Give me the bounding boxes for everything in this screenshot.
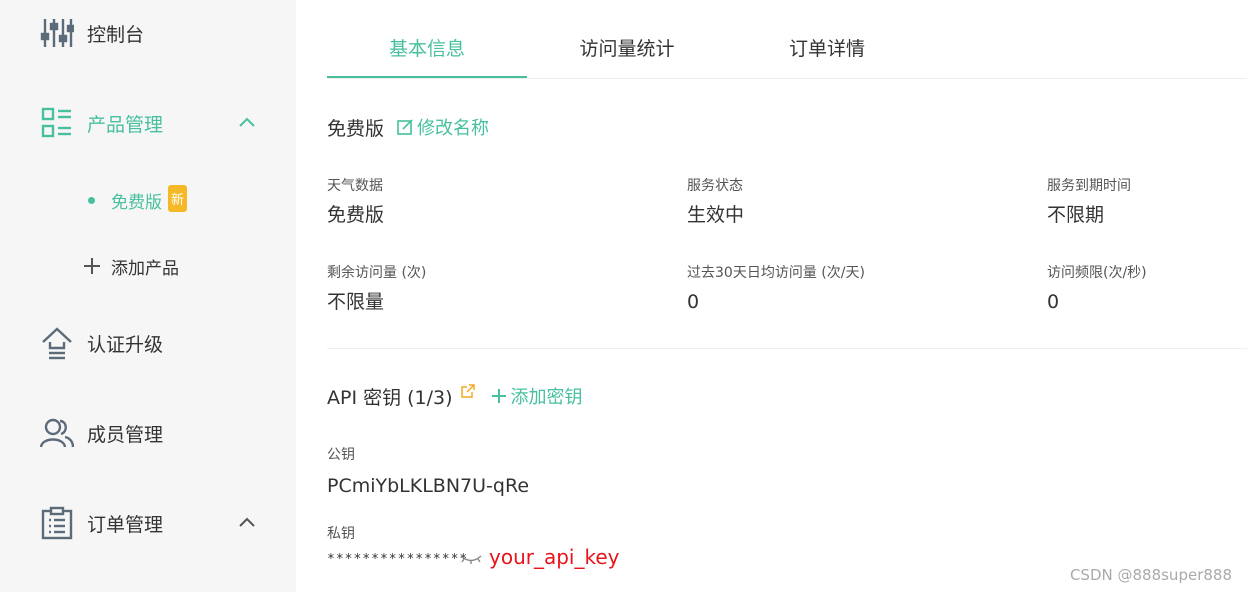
sliders-icon xyxy=(40,16,74,50)
sidebar-item-label: 产品管理 xyxy=(87,113,164,136)
sidebar: 控制台 产品管理 免费版 新 添加产品 认证升级 成员管理 订单管理 xyxy=(0,0,296,592)
sidebar-item-product-management[interactable]: 产品管理 xyxy=(0,93,296,153)
field-rate-limit: 访问频限(次/秒) 0 xyxy=(1047,264,1147,314)
chevron-up-icon[interactable] xyxy=(236,112,258,134)
plus-icon xyxy=(491,389,506,403)
watermark: CSDN @888super888 xyxy=(1069,566,1232,584)
sidebar-item-console[interactable]: 控制台 xyxy=(0,3,296,63)
private-key-masked: **************** xyxy=(327,552,469,567)
tab-bar: 基本信息 访问量统计 订单详情 xyxy=(327,18,1247,79)
field-service-expiry: 服务到期时间 不限期 xyxy=(1047,177,1131,227)
field-value: 不限量 xyxy=(327,291,385,313)
eye-closed-icon[interactable] xyxy=(459,553,483,567)
tab-visit-stats[interactable]: 访问量统计 xyxy=(527,18,727,76)
api-key-title: API 密钥 (1/3) xyxy=(327,386,453,409)
plan-header: 免费版 修改名称 xyxy=(327,113,489,141)
field-label: 剩余访问量 (次) xyxy=(327,265,427,281)
field-remaining-visits: 剩余访问量 (次) 不限量 xyxy=(327,264,426,314)
sidebar-subitem-add-product[interactable]: 添加产品 xyxy=(0,244,296,288)
clipboard-icon xyxy=(40,506,74,540)
edit-icon xyxy=(397,119,413,135)
main-content: 基本信息 访问量统计 订单详情 免费版 修改名称 天气数据 免费版 服务状态 生… xyxy=(296,0,1247,592)
tab-order-details[interactable]: 订单详情 xyxy=(727,18,927,76)
public-key-label: 公钥 xyxy=(327,447,355,463)
field-avg-daily-visits: 过去30天日均访问量 (次/天) 0 xyxy=(687,264,865,314)
private-key-label: 私钥 xyxy=(327,526,355,542)
add-key-label: 添加密钥 xyxy=(510,387,583,408)
sidebar-item-member-management[interactable]: 成员管理 xyxy=(0,403,296,463)
product-list-icon xyxy=(40,106,74,140)
public-key-value: PCmiYbLKLBN7U-qRe xyxy=(327,475,530,497)
external-link-icon[interactable] xyxy=(460,383,476,399)
sidebar-item-label: 订单管理 xyxy=(87,513,164,536)
field-weather-data: 天气数据 免费版 xyxy=(327,177,384,227)
field-label: 服务状态 xyxy=(687,178,743,194)
sidebar-subitem-label: 免费版 xyxy=(111,192,162,213)
add-key-button[interactable]: 添加密钥 xyxy=(490,383,583,409)
chevron-up-icon[interactable] xyxy=(236,512,258,534)
rename-button[interactable]: 修改名称 xyxy=(396,114,489,140)
field-value: 0 xyxy=(1047,291,1060,313)
upgrade-icon xyxy=(40,326,74,360)
rename-label: 修改名称 xyxy=(417,118,490,139)
api-key-header: API 密钥 (1/3) 添加密钥 xyxy=(327,382,583,410)
plan-name: 免费版 xyxy=(327,117,385,140)
field-label: 服务到期时间 xyxy=(1047,178,1131,194)
field-value: 0 xyxy=(687,291,700,313)
field-label: 过去30天日均访问量 (次/天) xyxy=(687,265,865,281)
sidebar-item-order-management[interactable]: 订单管理 xyxy=(0,493,296,553)
plus-icon xyxy=(82,256,102,276)
api-key-annotation: your_api_key xyxy=(489,545,620,569)
sidebar-item-label: 认证升级 xyxy=(87,333,164,356)
tab-basic-info[interactable]: 基本信息 xyxy=(327,18,527,78)
field-service-status: 服务状态 生效中 xyxy=(687,177,744,227)
active-dot-icon xyxy=(88,196,95,204)
field-label: 天气数据 xyxy=(327,178,383,194)
members-icon xyxy=(40,416,74,450)
field-label: 访问频限(次/秒) xyxy=(1047,265,1147,281)
field-value: 免费版 xyxy=(327,204,385,226)
sidebar-subitem-free-plan[interactable]: 免费版 新 xyxy=(0,178,296,222)
sidebar-item-label: 控制台 xyxy=(87,23,145,46)
sidebar-item-certification-upgrade[interactable]: 认证升级 xyxy=(0,313,296,373)
sidebar-item-label: 成员管理 xyxy=(87,423,164,446)
field-value: 生效中 xyxy=(687,204,745,226)
field-value: 不限期 xyxy=(1047,204,1105,226)
section-divider xyxy=(327,348,1247,349)
new-badge: 新 xyxy=(168,185,187,212)
sidebar-subitem-label: 添加产品 xyxy=(111,258,179,279)
